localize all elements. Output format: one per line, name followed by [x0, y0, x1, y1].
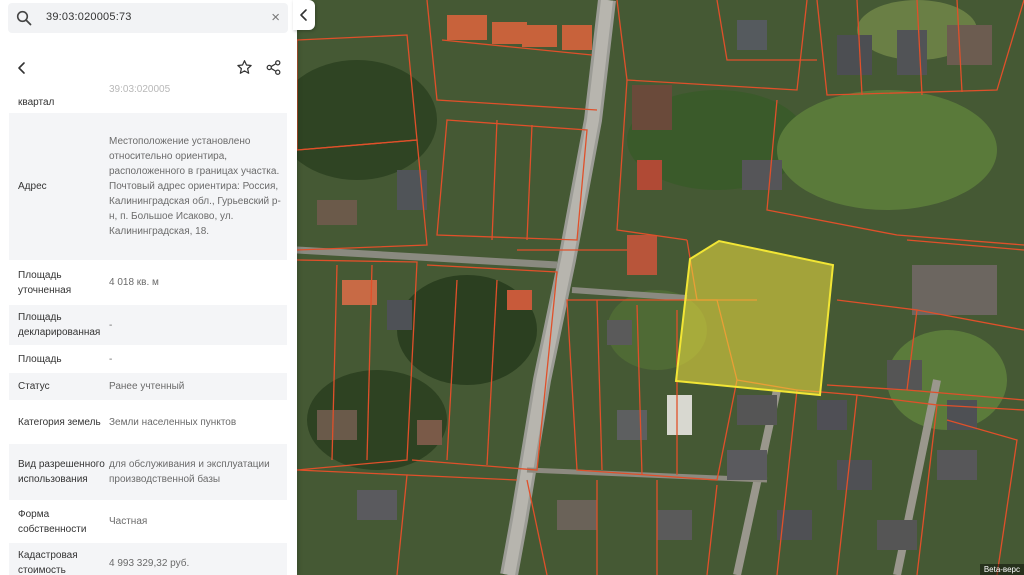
detail-value: Местоположение установлено относительно … — [109, 136, 281, 237]
detail-value: 4 993 329,32 руб. — [109, 557, 190, 569]
chevron-left-icon[interactable] — [14, 60, 30, 76]
detail-label: Вид разрешенного использования — [18, 459, 105, 485]
info-panel: 39:03:020005:73 × квартал 39:03:020005 А… — [0, 0, 297, 575]
detail-value: Земли населенных пунктов — [109, 416, 237, 428]
detail-label: Площадь — [18, 353, 62, 365]
details-list: квартал 39:03:020005 Адрес Местоположени… — [9, 84, 287, 575]
detail-row-area-declared: Площадь декларированная - — [9, 305, 287, 345]
detail-row-area-refined: Площадь уточненная 4 018 кв. м — [9, 260, 287, 305]
detail-label: Форма собственности — [18, 508, 87, 535]
star-icon[interactable] — [236, 59, 253, 76]
satellite-map[interactable]: Beta-верс — [297, 0, 1024, 575]
panel-toolbar — [0, 50, 297, 86]
detail-row-address: Адрес Местоположение установлено относит… — [9, 113, 287, 260]
detail-label: Площадь уточненная — [18, 269, 72, 296]
map-attribution: Beta-верс — [979, 564, 1024, 575]
detail-row-permitted-use: Вид разрешенного использования для обслу… — [9, 444, 287, 500]
detail-label: Адрес — [18, 181, 47, 192]
detail-value: - — [109, 319, 113, 331]
detail-row-ownership: Форма собственности Частная — [9, 500, 287, 543]
detail-value: Частная — [109, 516, 148, 527]
detail-row-kvartal: квартал 39:03:020005 — [9, 84, 287, 113]
detail-label: Категория земель — [18, 416, 101, 428]
detail-value: - — [109, 353, 113, 365]
detail-value: 4 018 кв. м — [109, 277, 159, 288]
detail-row-cadastral-value: Кадастровая стоимость 4 993 329,32 руб. — [9, 543, 287, 575]
map-canvas[interactable] — [297, 0, 1024, 575]
detail-value: 39:03:020005 — [109, 84, 171, 95]
detail-label: квартал — [18, 97, 55, 108]
detail-row-area: Площадь - — [9, 345, 287, 373]
close-icon[interactable]: × — [271, 9, 280, 27]
detail-label: Кадастровая стоимость — [18, 550, 78, 575]
detail-row-status: Статус Ранее учтенный — [9, 373, 287, 400]
detail-label: Статус — [18, 381, 50, 392]
detail-value: Ранее учтенный — [109, 381, 185, 392]
collapse-panel-button[interactable] — [293, 0, 315, 30]
detail-value: для обслуживания и эксплуатации производ… — [109, 459, 270, 485]
detail-label: Площадь декларированная — [18, 312, 101, 338]
selected-parcel[interactable] — [674, 239, 835, 397]
detail-row-land-category: Категория земель Земли населенных пункто… — [9, 400, 287, 444]
search-icon — [16, 10, 32, 26]
search-bar[interactable]: 39:03:020005:73 × — [8, 3, 288, 33]
chevron-left-icon — [300, 9, 307, 21]
search-input[interactable]: 39:03:020005:73 — [46, 11, 132, 23]
share-icon[interactable] — [265, 59, 282, 76]
